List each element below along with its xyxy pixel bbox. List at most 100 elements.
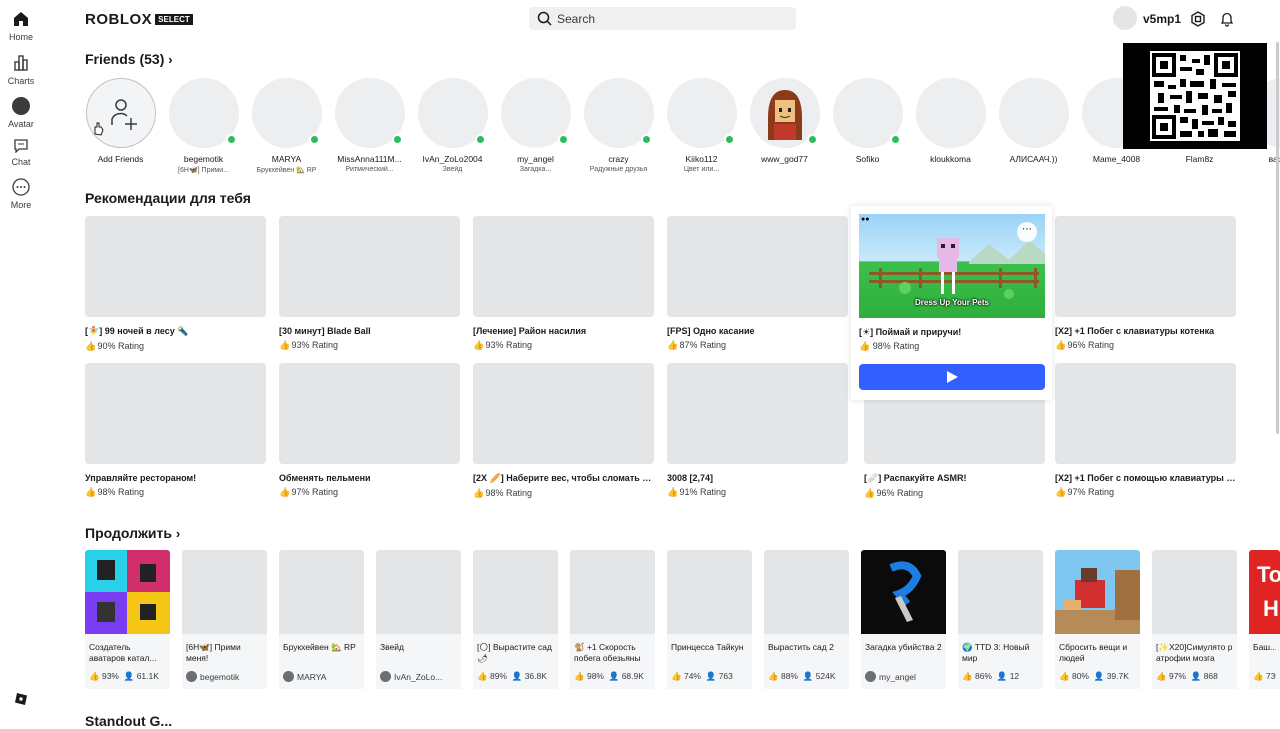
game-card[interactable]: [30 минут] Blade Ball👍 93% Rating [279, 216, 460, 351]
game-card[interactable]: [2X 🥖] Наберите вес, чтобы сломать ле...… [473, 363, 654, 499]
game-title: Баш... [1253, 642, 1276, 666]
game-card[interactable]: Обменять пельмени👍 97% Rating [279, 363, 460, 498]
game-card[interactable]: [X2] +1 Побег с клавиатуры котенка👍 96% … [1055, 216, 1236, 351]
username[interactable]: v5mp1 [1143, 12, 1181, 26]
game-thumbnail[interactable] [279, 216, 460, 317]
nav-chat[interactable]: Chat [0, 139, 42, 167]
friend-name: Flam8z [1158, 154, 1241, 164]
friend-item[interactable]: MissAnna111M...Ритмический... [328, 78, 411, 173]
nav-charts[interactable]: Charts [0, 54, 42, 86]
game-thumbnail[interactable] [958, 550, 1043, 634]
continue-title[interactable]: Продолжить › [85, 525, 180, 541]
game-rating-text: 93% Rating [486, 340, 533, 350]
game-thumbnail[interactable] [376, 550, 461, 634]
game-thumbnail[interactable] [85, 216, 266, 317]
friend-avatar[interactable] [916, 78, 986, 148]
game-card[interactable]: [X2] +1 Побег с помощью клавиатуры с ...… [1055, 363, 1236, 498]
notifications-bell-icon[interactable] [1219, 11, 1235, 27]
friend-status: Ритмический... [328, 166, 411, 173]
game-thumbnail[interactable] [473, 363, 654, 464]
more-options-icon[interactable]: ⋯ [1017, 222, 1037, 242]
game-thumbnail[interactable] [473, 216, 654, 317]
game-thumbnail[interactable] [85, 363, 266, 464]
game-thumbnail[interactable] [667, 363, 848, 464]
friend-item[interactable]: Sofiko [826, 78, 909, 166]
continue-game-card[interactable]: [6H🦋] Прими меня!begemotik [182, 550, 267, 689]
nav-avatar[interactable]: Avatar [0, 97, 42, 129]
robux-icon[interactable] [1190, 11, 1206, 27]
game-thumbnail[interactable] [764, 550, 849, 634]
game-thumbnail[interactable] [1055, 363, 1236, 464]
friend-avatar[interactable] [833, 78, 903, 148]
game-card[interactable]: Управляйте рестораном!👍 98% Rating [85, 363, 266, 498]
continue-title-text: Продолжить [85, 525, 172, 541]
game-thumbnail[interactable] [473, 550, 558, 634]
game-thumbnail[interactable] [1055, 216, 1236, 317]
continue-game-card[interactable]: Вырастить сад 2👍 88% 👤 524K [764, 550, 849, 689]
hovered-game-title[interactable]: [☀] Поймай и приручи! [859, 327, 961, 338]
play-button[interactable] [859, 364, 1045, 390]
game-thumbnail[interactable] [1152, 550, 1237, 634]
continue-game-card[interactable]: Принцесса Тайкун👍 74% 👤 763 [667, 550, 752, 689]
roblox-logo-icon[interactable] [14, 692, 28, 706]
game-thumbnail[interactable] [864, 397, 1045, 464]
game-card[interactable]: [🧚] 99 ночей в лесу 🔦👍 90% Rating [85, 216, 266, 352]
game-card[interactable]: [FPS] Одно касание👍 87% Rating [667, 216, 848, 351]
continue-game-card[interactable]: 🐒 +1 Скорость побега обезьяны👍 98% 👤 68.… [570, 550, 655, 689]
game-thumbnail[interactable] [667, 550, 752, 634]
game-thumbnail[interactable] [182, 550, 267, 634]
continue-game-card[interactable]: [🌕] Вырастите сад 🌶👍 89% 👤 36.8K [473, 550, 558, 689]
friend-avatar[interactable] [335, 78, 405, 148]
friend-item[interactable]: Kiiko112Цвет или... [660, 78, 743, 173]
continue-game-card[interactable]: [✨X20]Симулято р атрофии мозга👍 97% 👤 86… [1152, 550, 1237, 689]
friend-item[interactable]: АЛИСААЧ.)) [992, 78, 1075, 166]
friend-item[interactable]: begemotik[6H🦋] Прими... [162, 78, 245, 174]
game-card[interactable]: [Лечение] Район насилия👍 93% Rating [473, 216, 654, 351]
friend-avatar[interactable] [584, 78, 654, 148]
continue-game-card[interactable]: Брукхейвен 🏡 RPMARYA [279, 550, 364, 689]
friend-avatar[interactable] [750, 78, 820, 148]
game-thumbnail[interactable]: ToH [1249, 550, 1280, 634]
friend-avatar[interactable] [418, 78, 488, 148]
thumbs-up-icon: 👍 [1059, 671, 1070, 681]
nav-home[interactable]: Home [0, 10, 42, 42]
game-thumbnail[interactable] [570, 550, 655, 634]
friend-avatar[interactable] [252, 78, 322, 148]
friend-avatar[interactable] [169, 78, 239, 148]
nav-more[interactable]: More [0, 178, 42, 210]
game-thumbnail[interactable] [85, 550, 170, 634]
friends-title[interactable]: Friends (53) › [85, 51, 173, 67]
friend-item[interactable]: kloukkoma [909, 78, 992, 166]
hovered-game-card[interactable]: Dress Up Your Pets ⋯ ●● [☀] Поймай и при… [851, 206, 1052, 400]
friend-item[interactable]: my_angelЗагадка... [494, 78, 577, 173]
friend-item[interactable]: crazyРадужные друзья [577, 78, 660, 173]
continue-game-card[interactable]: 🌍 TTD 3: Новый мир👍 86% 👤 12 [958, 550, 1043, 689]
user-avatar[interactable] [1113, 6, 1137, 30]
friend-avatar[interactable] [999, 78, 1069, 148]
roblox-logo[interactable]: ROBLOXSELECT [85, 11, 193, 28]
thumbs-up-icon: 👍 [473, 340, 483, 351]
friend-item[interactable]: MARYAБрукхейвен 🏡 RP [245, 78, 328, 174]
game-thumbnail[interactable] [279, 550, 364, 634]
game-thumbnail[interactable]: Dress Up Your Pets ⋯ ●● [859, 214, 1045, 318]
friend-item[interactable]: www_god77 [743, 78, 826, 166]
add-friends-button[interactable]: Add Friends [79, 78, 162, 164]
game-card[interactable]: 3008 [2,74]👍 91% Rating [667, 363, 848, 498]
continue-game-card[interactable]: ToHБаш...👍 73% [1249, 550, 1280, 689]
game-thumbnail[interactable] [279, 363, 460, 464]
game-thumbnail[interactable] [861, 550, 946, 634]
game-thumbnail[interactable] [1055, 550, 1140, 634]
friend-avatar[interactable] [501, 78, 571, 148]
game-thumbnail[interactable] [667, 216, 848, 317]
search-input[interactable]: Search [529, 7, 796, 30]
page-scrollbar[interactable] [1276, 42, 1279, 434]
continue-game-card[interactable]: Сбросить вещи и людей👍 80% 👤 39.7K [1055, 550, 1140, 689]
thumbs-up-icon: 👍 [667, 487, 677, 498]
continue-game-card[interactable]: ЗвейдIvAn_ZoLo... [376, 550, 461, 689]
friend-name: crazy [577, 154, 660, 164]
friend-item[interactable]: IvAn_ZoLo2004Звейд [411, 78, 494, 173]
friend-avatar[interactable] [667, 78, 737, 148]
continue-game-card[interactable]: Создатель аватаров катал...👍 93% 👤 61.1K [85, 550, 170, 689]
continue-game-card[interactable]: Загадка убийства 2my_angel [861, 550, 946, 689]
game-card[interactable]: [🩹] Распакуйте ASMR!👍 96% Rating [864, 397, 1045, 499]
